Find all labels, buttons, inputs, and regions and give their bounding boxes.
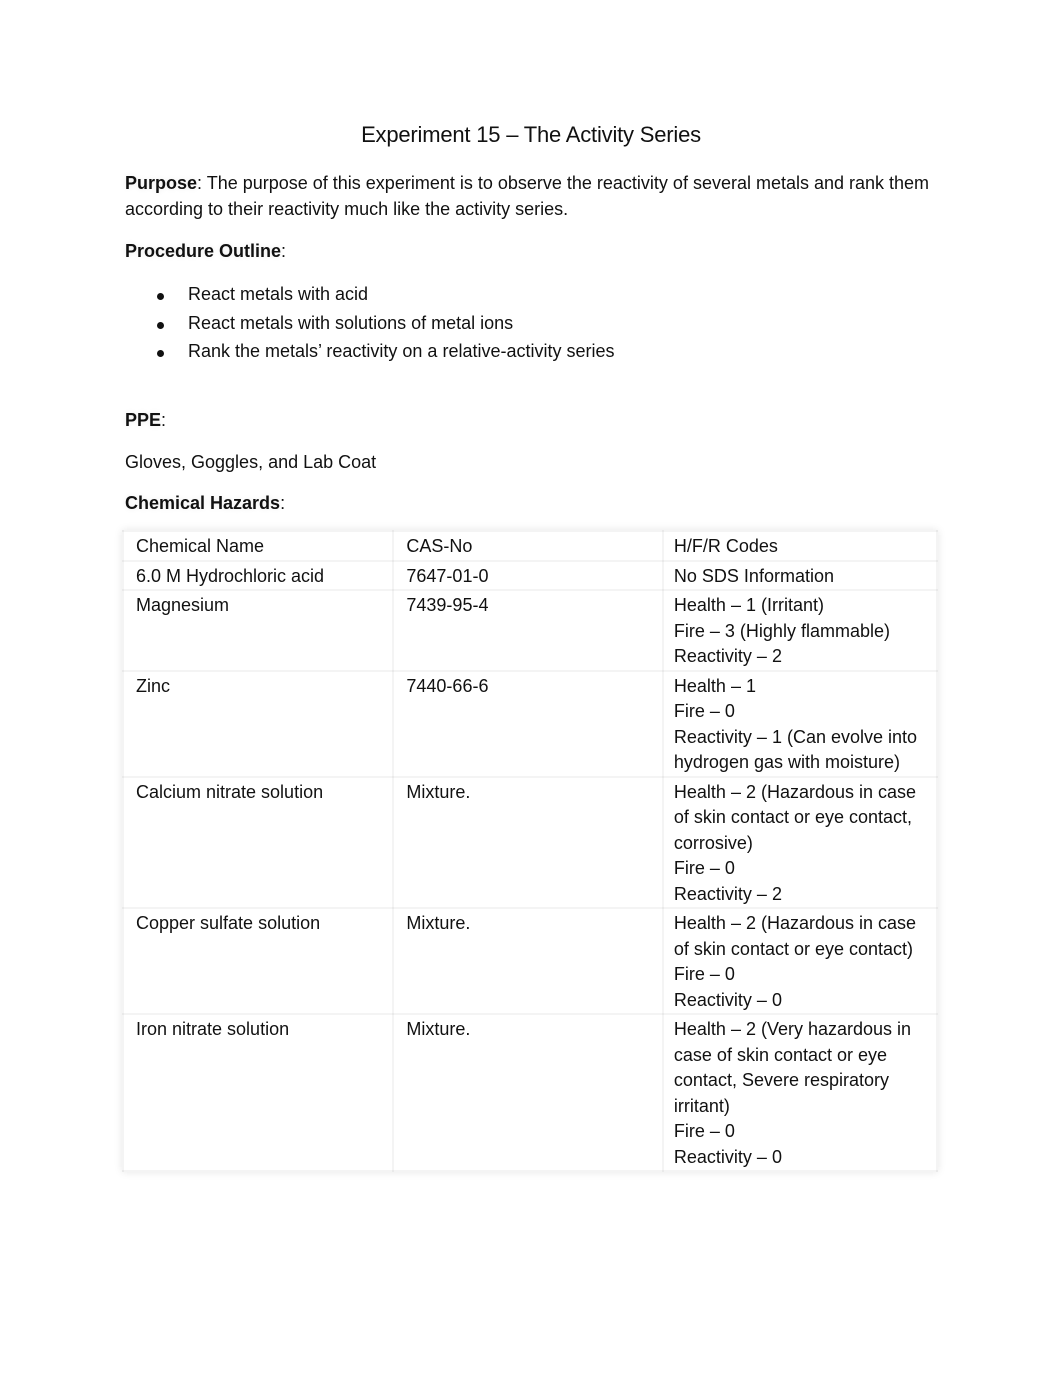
document-page: Experiment 15 – The Activity Series Purp… bbox=[0, 0, 1062, 1377]
document-title: Experiment 15 – The Activity Series bbox=[361, 122, 701, 147]
bullet-icon bbox=[157, 350, 164, 357]
chemical-name-cell: Copper sulfate solution bbox=[121, 907, 395, 1015]
hazards-colon: : bbox=[280, 493, 286, 513]
list-item: React metals with acid bbox=[125, 281, 615, 310]
table-row: Iron nitrate solution Mixture. Health – 2 … bbox=[121, 1013, 939, 1172]
hazards-label: Chemical Hazards bbox=[125, 493, 281, 513]
table-header-row: Chemical Name CAS-No H/F/R Codes bbox=[121, 530, 939, 562]
hfr-code-line: Reactivity – 2 bbox=[673, 883, 782, 904]
purpose-text: : The purpose of this experiment is to o… bbox=[125, 173, 930, 219]
ppe-colon: : bbox=[161, 410, 167, 430]
list-item-text: React metals with acid bbox=[188, 284, 369, 304]
column-header-cas-no: CAS-No bbox=[392, 530, 664, 562]
list-item: React metals with solutions of metal ion… bbox=[125, 310, 615, 339]
hfr-codes-cell: Health – 2 (Hazardous in case of skin co… bbox=[661, 775, 939, 909]
hfr-code-line: Fire – 0 bbox=[673, 964, 735, 984]
table-row: Copper sulfate solution Mixture. Health – … bbox=[121, 907, 939, 1015]
list-item-text: Rank the metals’ reactivity on a relativ… bbox=[188, 341, 615, 361]
chemical-name-cell: 6.0 M Hydrochloric acid bbox=[121, 559, 395, 591]
hfr-codes-cell: Health – 1 Fire – 0 Reactivity – 1 (Can ev… bbox=[661, 669, 939, 778]
hfr-code-line: Fire – 0 bbox=[673, 1121, 735, 1141]
hfr-code-line: No SDS Information bbox=[673, 565, 834, 586]
ppe-value: Gloves, Goggles, and Lab Coat bbox=[125, 452, 377, 472]
procedure-list: React metals with acid React metals with… bbox=[125, 281, 615, 367]
chemical-name-cell: Magnesium bbox=[121, 589, 395, 672]
hfr-code-line: Health – 1 (Irritant) bbox=[673, 595, 824, 615]
hfr-code-line: Health – 2 (Very hazardous in case of sk… bbox=[673, 1019, 912, 1116]
ppe-label: PPE bbox=[125, 410, 162, 430]
table-row: Zinc 7440-66-6 Health – 1 Fire – 0 Reactivit… bbox=[121, 669, 939, 778]
hfr-code-line: Health – 2 (Hazardous in case of skin co… bbox=[673, 913, 917, 959]
hazards-table-container: Chemical Name CAS-No H/F/R Codes 6.0 M H… bbox=[121, 530, 939, 1172]
procedure-heading: Procedure Outline: bbox=[125, 238, 286, 264]
hfr-codes-cell: Health – 1 (Irritant) Fire – 3 (Highly fl… bbox=[661, 589, 939, 672]
hfr-code-line: Fire – 0 bbox=[673, 858, 735, 878]
hfr-code-line: Fire – 3 (Highly flammable) bbox=[673, 620, 890, 641]
hazards-heading: Chemical Hazards: bbox=[125, 490, 285, 516]
procedure-colon: : bbox=[281, 241, 287, 261]
table-row: Calcium nitrate solution Mixture. Health –… bbox=[121, 775, 939, 909]
purpose-paragraph: Purpose: The purpose of this experiment … bbox=[125, 170, 935, 222]
cas-no-cell: 7440-66-6 bbox=[392, 669, 664, 778]
cas-no-cell: Mixture. bbox=[392, 907, 664, 1015]
purpose-label: Purpose bbox=[125, 173, 198, 193]
cas-no-cell: 7647-01-0 bbox=[392, 559, 664, 591]
cas-no-cell: Mixture. bbox=[392, 1013, 664, 1172]
list-item: Rank the metals’ reactivity on a relativ… bbox=[125, 338, 615, 367]
bullet-icon bbox=[157, 293, 164, 300]
hfr-codes-cell: Health – 2 (Very hazardous in case of sk… bbox=[661, 1013, 939, 1172]
hfr-code-line: Reactivity – 0 bbox=[673, 989, 782, 1010]
procedure-label: Procedure Outline bbox=[125, 241, 282, 261]
column-header-chemical-name: Chemical Name bbox=[121, 530, 395, 562]
hfr-code-line: Health – 2 (Hazardous in case of skin co… bbox=[673, 781, 917, 853]
list-item-text: React metals with solutions of metal ion… bbox=[188, 312, 514, 333]
hazards-table: Chemical Name CAS-No H/F/R Codes 6.0 M H… bbox=[121, 530, 939, 1172]
table-row: 6.0 M Hydrochloric acid 7647-01-0 No SDS I… bbox=[121, 559, 939, 591]
column-header-hfr-codes: H/F/R Codes bbox=[661, 530, 939, 562]
chemical-name-cell: Calcium nitrate solution bbox=[121, 775, 395, 909]
chemical-name-cell: Iron nitrate solution bbox=[121, 1013, 395, 1172]
ppe-heading: PPE: bbox=[125, 407, 166, 433]
hfr-codes-cell: Health – 2 (Hazardous in case of skin co… bbox=[661, 907, 939, 1015]
hfr-code-line: Reactivity – 0 bbox=[673, 1146, 782, 1167]
chemical-name-cell: Zinc bbox=[121, 669, 395, 778]
bullet-icon bbox=[157, 321, 164, 329]
hfr-code-line: Fire – 0 bbox=[673, 701, 735, 721]
cas-no-cell: Mixture. bbox=[392, 775, 664, 909]
hfr-code-line: Health – 1 bbox=[673, 675, 756, 696]
table-row: Magnesium 7439-95-4 Health – 1 (Irritant) F… bbox=[121, 589, 939, 672]
cas-no-cell: 7439-95-4 bbox=[392, 589, 664, 672]
hfr-code-line: Reactivity – 2 bbox=[673, 646, 782, 666]
hfr-code-line: Reactivity – 1 (Can evolve into hydrogen… bbox=[673, 726, 918, 773]
hfr-codes-cell: No SDS Information bbox=[661, 559, 939, 591]
